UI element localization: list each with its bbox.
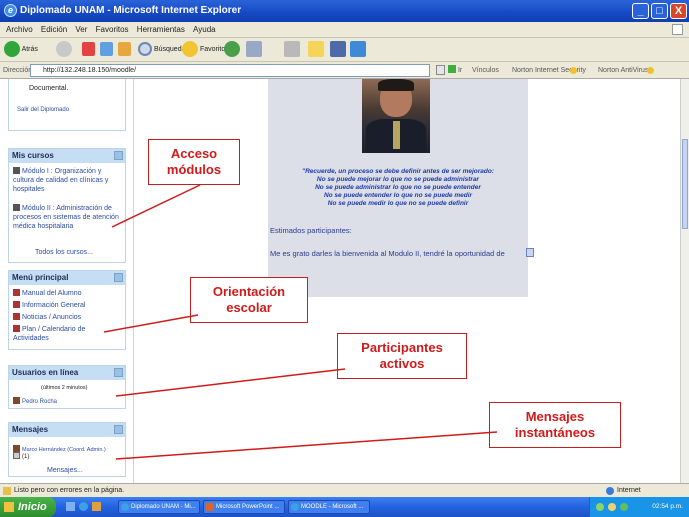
- ie-icon: [121, 503, 129, 511]
- messenger-button[interactable]: [350, 41, 366, 59]
- warning-icon: [3, 487, 11, 495]
- home-button[interactable]: [118, 41, 131, 59]
- folder-icon: [308, 41, 324, 58]
- quicklaunch-ie-icon[interactable]: [79, 502, 88, 511]
- arrow-mensajes: [115, 431, 498, 460]
- callout-arrows: [103, 184, 498, 460]
- links-label[interactable]: Vínculos: [472, 62, 499, 79]
- scrollbar-thumb[interactable]: [682, 139, 688, 229]
- tray-network-icon[interactable]: [596, 503, 604, 511]
- history-button[interactable]: [224, 41, 240, 59]
- address-label: Dirección: [3, 67, 33, 74]
- history-icon: [224, 41, 240, 58]
- address-bar: Dirección http://132.248.18.150/moodle/ …: [0, 62, 689, 79]
- discuss-icon: [330, 41, 346, 58]
- page-content: Documental. Salir del Diplomado Mis curs…: [0, 79, 680, 483]
- menu-ver[interactable]: Ver: [75, 25, 87, 34]
- go-arrow-icon: [448, 65, 456, 73]
- search-icon: [138, 42, 152, 57]
- toolbar: Atrás Búsqueda Favoritos: [0, 38, 689, 62]
- system-tray: 02:54 p.m.: [589, 497, 689, 517]
- edit-button[interactable]: [308, 41, 324, 59]
- quicklaunch-mail-icon[interactable]: [92, 502, 101, 511]
- norton-antivirus[interactable]: Norton AntiVirus: [598, 62, 648, 79]
- address-input[interactable]: http://132.248.18.150/moodle/: [30, 64, 430, 77]
- minimize-button[interactable]: _: [632, 3, 649, 19]
- messenger-icon: [350, 41, 366, 58]
- address-dropdown-arrow[interactable]: [436, 65, 445, 75]
- window-title: Diplomado UNAM - Microsoft Internet Expl…: [20, 5, 242, 16]
- mail-icon: [246, 41, 262, 58]
- norton-antivirus-icon: [647, 67, 654, 74]
- vertical-scrollbar[interactable]: [680, 79, 689, 483]
- go-button[interactable]: Ir: [448, 62, 462, 79]
- discuss-button[interactable]: [330, 41, 346, 59]
- status-bar: Listo pero con errores en la página. Int…: [0, 483, 689, 497]
- stop-icon: [82, 42, 95, 57]
- menu-archivo[interactable]: Archivo: [6, 25, 33, 34]
- tray-norton-icon[interactable]: [608, 503, 616, 511]
- star-icon: [182, 41, 198, 58]
- home-icon: [118, 42, 131, 57]
- forward-button[interactable]: [56, 41, 72, 59]
- forward-arrow-icon: [56, 41, 72, 58]
- back-button[interactable]: Atrás: [4, 41, 38, 59]
- task-powerpoint[interactable]: Microsoft PowerPoint ...: [203, 500, 285, 514]
- print-icon: [284, 41, 300, 58]
- task-moodle[interactable]: MOODLE - Microsoft ...: [288, 500, 370, 514]
- status-text: Listo pero con errores en la página.: [14, 487, 125, 494]
- norton-security-icon: [570, 67, 577, 74]
- menu-bar: Archivo Edición Ver Favoritos Herramient…: [0, 22, 689, 38]
- arrow-orientacion: [103, 314, 199, 333]
- menu-herramientas[interactable]: Herramientas: [137, 25, 185, 34]
- mail-button[interactable]: [246, 41, 262, 59]
- ie-icon: [291, 503, 299, 511]
- refresh-icon: [100, 42, 113, 57]
- close-button[interactable]: X: [670, 3, 687, 19]
- powerpoint-icon: [206, 503, 214, 511]
- arrow-participantes: [115, 368, 346, 397]
- title-bar: e Diplomado UNAM - Microsoft Internet Ex…: [0, 0, 689, 22]
- taskbar: Inicio Diplomado UNAM - Mi... Microsoft …: [0, 497, 689, 517]
- arrow-acceso: [111, 184, 201, 228]
- menu-edicion[interactable]: Edición: [41, 25, 67, 34]
- stop-button[interactable]: [82, 41, 95, 59]
- favorites-button[interactable]: Favoritos: [182, 41, 229, 59]
- back-arrow-icon: [4, 41, 20, 58]
- task-diplomado[interactable]: Diplomado UNAM - Mi...: [118, 500, 200, 514]
- windows-flag-icon: [4, 502, 14, 512]
- start-button[interactable]: Inicio: [0, 497, 56, 517]
- internet-explorer-icon: e: [4, 4, 17, 17]
- menu-ayuda[interactable]: Ayuda: [193, 25, 216, 34]
- menu-favoritos[interactable]: Favoritos: [96, 25, 129, 34]
- windows-logo-icon: [672, 24, 683, 35]
- internet-zone-icon: [606, 487, 614, 495]
- clock: 02:54 p.m.: [652, 503, 683, 510]
- zone-text: Internet: [617, 487, 641, 494]
- quicklaunch-desktop-icon[interactable]: [66, 502, 75, 511]
- tray-volume-icon[interactable]: [620, 503, 628, 511]
- maximize-button[interactable]: □: [651, 3, 668, 19]
- search-button[interactable]: Búsqueda: [138, 41, 185, 59]
- refresh-button[interactable]: [100, 41, 113, 59]
- print-button[interactable]: [284, 41, 300, 59]
